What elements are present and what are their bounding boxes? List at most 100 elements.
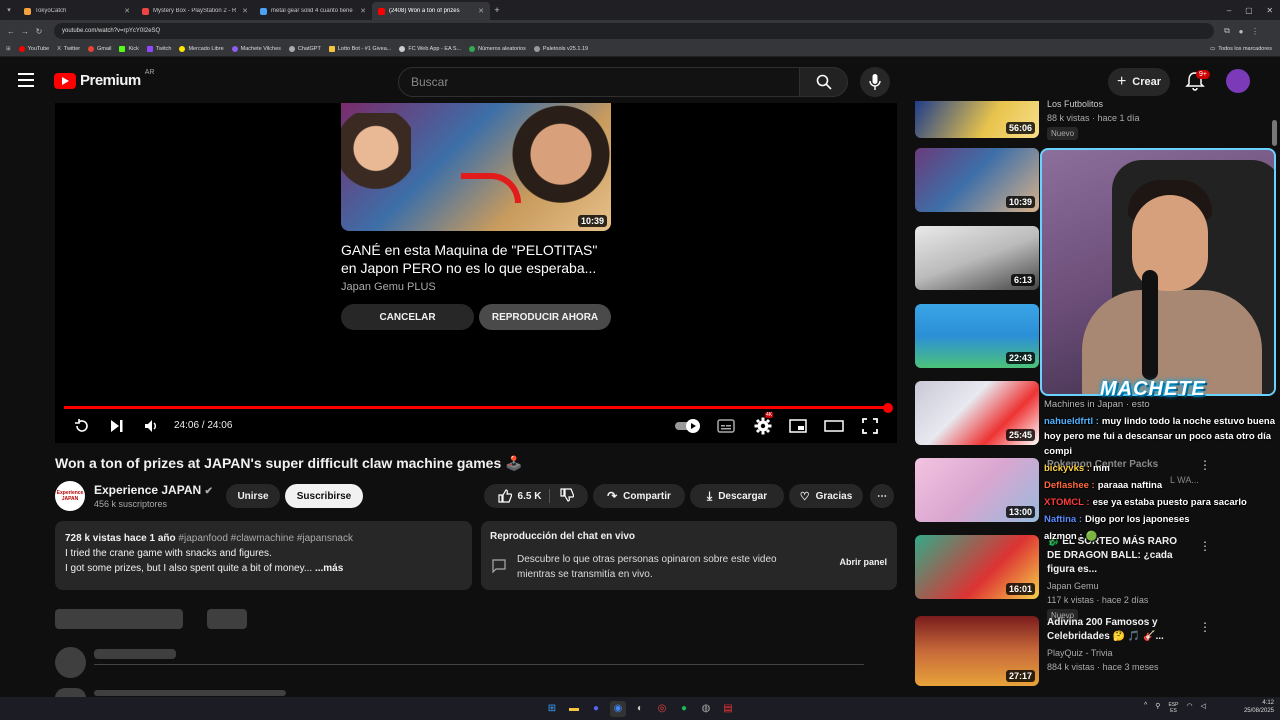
forward-icon[interactable]: →	[18, 27, 32, 36]
recommendation-1[interactable]: 56:06 Los Futbolitos 88 k vistas · hace …	[915, 99, 1275, 141]
search-input[interactable]: Buscar	[398, 67, 800, 97]
discord-icon[interactable]: ●	[588, 701, 604, 717]
recommendation-thumbnail[interactable]: 10:39	[915, 148, 1039, 212]
create-button[interactable]: + Crear	[1108, 68, 1170, 96]
minimize-icon[interactable]: –	[1227, 6, 1231, 15]
description-box[interactable]: 728 k vistas hace 1 año #japanfood #claw…	[55, 521, 472, 590]
autoplay-toggle[interactable]	[675, 417, 703, 435]
theater-mode-button[interactable]	[823, 417, 845, 435]
bookmark-paletools[interactable]: Paletools v25.1.19	[533, 46, 588, 52]
wifi-icon[interactable]: ◠	[1186, 702, 1192, 714]
browser-tab-2[interactable]: Mystery Box - PlayStation 2 - R ✕	[136, 2, 254, 20]
microphone-icon	[869, 74, 881, 90]
tab-close-icon[interactable]: ✕	[242, 7, 248, 15]
fullscreen-button[interactable]	[859, 417, 881, 435]
hamburger-menu-icon[interactable]	[18, 73, 34, 87]
bookmark-kick[interactable]: Kick	[119, 46, 139, 52]
bookmark-lottobot[interactable]: Lotto Bot - #1 Givea...	[328, 46, 391, 52]
app-3-icon[interactable]: ▤	[720, 701, 736, 717]
endscreen-video-title[interactable]: GANÉ en esta Maquina de "PELOTITAS" en J…	[341, 241, 611, 277]
recommendation-thumbnail[interactable]: 13:00	[915, 458, 1039, 522]
share-button[interactable]: ↷ Compartir	[593, 484, 685, 508]
maximize-icon[interactable]: ▢	[1245, 6, 1253, 15]
recommendation-thumbnail[interactable]: 22:43	[915, 304, 1039, 368]
network-icon[interactable]: ⚲	[1155, 702, 1160, 714]
browser-tab-1[interactable]: TokyoCatch ✕	[18, 2, 136, 20]
close-window-icon[interactable]: ✕	[1266, 6, 1273, 15]
language-indicator[interactable]: ESP ES	[1168, 702, 1178, 714]
url-field[interactable]: youtube.com/watch?v=rpYcY0I2eSQ	[54, 23, 1214, 39]
page-scrollbar[interactable]	[1272, 120, 1277, 146]
bookmark-fcwebapp[interactable]: FC Web App - EA S...	[399, 46, 461, 52]
subscribe-button[interactable]: Suscribirse	[285, 484, 363, 508]
bookmark-chatgpt[interactable]: ChatGPT	[288, 46, 321, 52]
more-options-icon[interactable]: ⋮	[1199, 620, 1211, 634]
browser-tab-4[interactable]: (2408) Won a ton of prizes ✕	[372, 2, 490, 20]
bookmark-gmail[interactable]: Gmail	[88, 46, 111, 52]
tab-search-icon[interactable]: ▾	[0, 6, 18, 14]
profile-icon[interactable]: ●	[1234, 27, 1248, 36]
recommendation-thumbnail[interactable]: 25:45	[915, 381, 1039, 445]
youtube-premium-logo[interactable]: Premium AR	[54, 69, 154, 89]
bookmark-twitch[interactable]: Twitch	[146, 46, 171, 52]
recommendation-8[interactable]: 27:17 Adivina 200 Famosos y Celebridades…	[915, 616, 1275, 686]
progress-bar[interactable]	[64, 406, 888, 409]
chrome-icon[interactable]: ◉	[610, 700, 626, 717]
spotify-icon[interactable]: ●	[676, 701, 692, 717]
channel-name[interactable]: Experience JAPAN ✔	[94, 483, 213, 497]
progress-scrubber[interactable]	[883, 403, 893, 413]
apps-icon[interactable]: ⊞	[6, 46, 11, 52]
description-more-link[interactable]: ...más	[315, 563, 343, 574]
recommendation-thumbnail[interactable]: 27:17	[915, 616, 1039, 686]
settings-button[interactable]: 4K	[752, 412, 774, 435]
replay-button[interactable]	[72, 417, 92, 435]
like-button[interactable]: 6.5 K	[497, 489, 551, 503]
app-2-icon[interactable]: ◍	[698, 701, 714, 717]
play-now-button[interactable]: REPRODUCIR AHORA	[479, 304, 611, 330]
windows-start-icon[interactable]: ⊞	[544, 701, 560, 717]
tab-close-icon[interactable]: ✕	[478, 7, 484, 15]
more-actions-button[interactable]: ⋯	[870, 484, 894, 508]
bookmark-numeros[interactable]: Números aleatorios	[469, 46, 526, 52]
extensions-icon[interactable]: ⧉	[1220, 26, 1234, 36]
reload-icon[interactable]: ↻	[32, 27, 46, 36]
cancel-autoplay-button[interactable]: CANCELAR	[341, 304, 474, 330]
tab-close-icon[interactable]: ✕	[360, 7, 366, 15]
search-button[interactable]	[800, 67, 848, 97]
join-button[interactable]: Unirse	[226, 484, 280, 508]
subtitles-button[interactable]	[715, 417, 737, 435]
bookmark-twitter[interactable]: X Twitter	[57, 46, 80, 52]
all-bookmarks[interactable]: ▭ Todos los marcadores	[1210, 46, 1272, 52]
clock[interactable]: 4:12 25/08/2025	[1244, 699, 1274, 715]
speaker-icon[interactable]: ◁	[1201, 702, 1206, 714]
description-hashtags[interactable]: #japanfood #clawmachine #japansnack	[178, 533, 353, 544]
recommendation-thumbnail[interactable]: 16:01	[915, 535, 1039, 599]
account-avatar[interactable]	[1226, 69, 1250, 93]
channel-avatar[interactable]: Experience JAPAN	[55, 481, 85, 511]
steam-icon[interactable]: ◐	[632, 701, 648, 717]
back-icon[interactable]: ←	[4, 27, 18, 36]
dislike-button[interactable]	[556, 487, 575, 505]
clock-time: 4:12	[1262, 700, 1274, 706]
app-icon[interactable]: ◎	[654, 701, 670, 717]
browser-tab-3[interactable]: metal gear solid 4 cuanto tiene ✕	[254, 2, 372, 20]
recommendation-thumbnail[interactable]: 6:13	[915, 226, 1039, 290]
volume-button[interactable]	[141, 417, 161, 435]
thanks-button[interactable]: ♡ Gracias	[789, 484, 863, 508]
chevron-up-icon[interactable]: ^	[1144, 702, 1147, 714]
video-player[interactable]: 10:39 GANÉ en esta Maquina de "PELOTITAS…	[55, 103, 897, 443]
file-explorer-icon[interactable]: ▬	[566, 701, 582, 717]
bookmark-mercadolibre[interactable]: Mercado Libre	[179, 46, 224, 52]
open-panel-button[interactable]: Abrir panel	[839, 557, 887, 567]
browser-menu-icon[interactable]: ⋮	[1248, 27, 1262, 36]
tab-close-icon[interactable]: ✕	[124, 7, 130, 15]
bookmark-machete[interactable]: Machete Vilches	[231, 46, 281, 52]
bookmark-youtube[interactable]: YouTube	[18, 46, 49, 52]
new-tab-icon[interactable]: +	[490, 5, 504, 15]
recommendation-thumbnail[interactable]: 56:06	[915, 101, 1039, 138]
download-button[interactable]: ⤓ Descargar	[690, 484, 784, 508]
voice-search-button[interactable]	[860, 67, 890, 97]
miniplayer-button[interactable]	[787, 417, 809, 435]
endscreen-thumbnail[interactable]: 10:39	[341, 103, 611, 231]
next-button[interactable]	[107, 417, 127, 435]
